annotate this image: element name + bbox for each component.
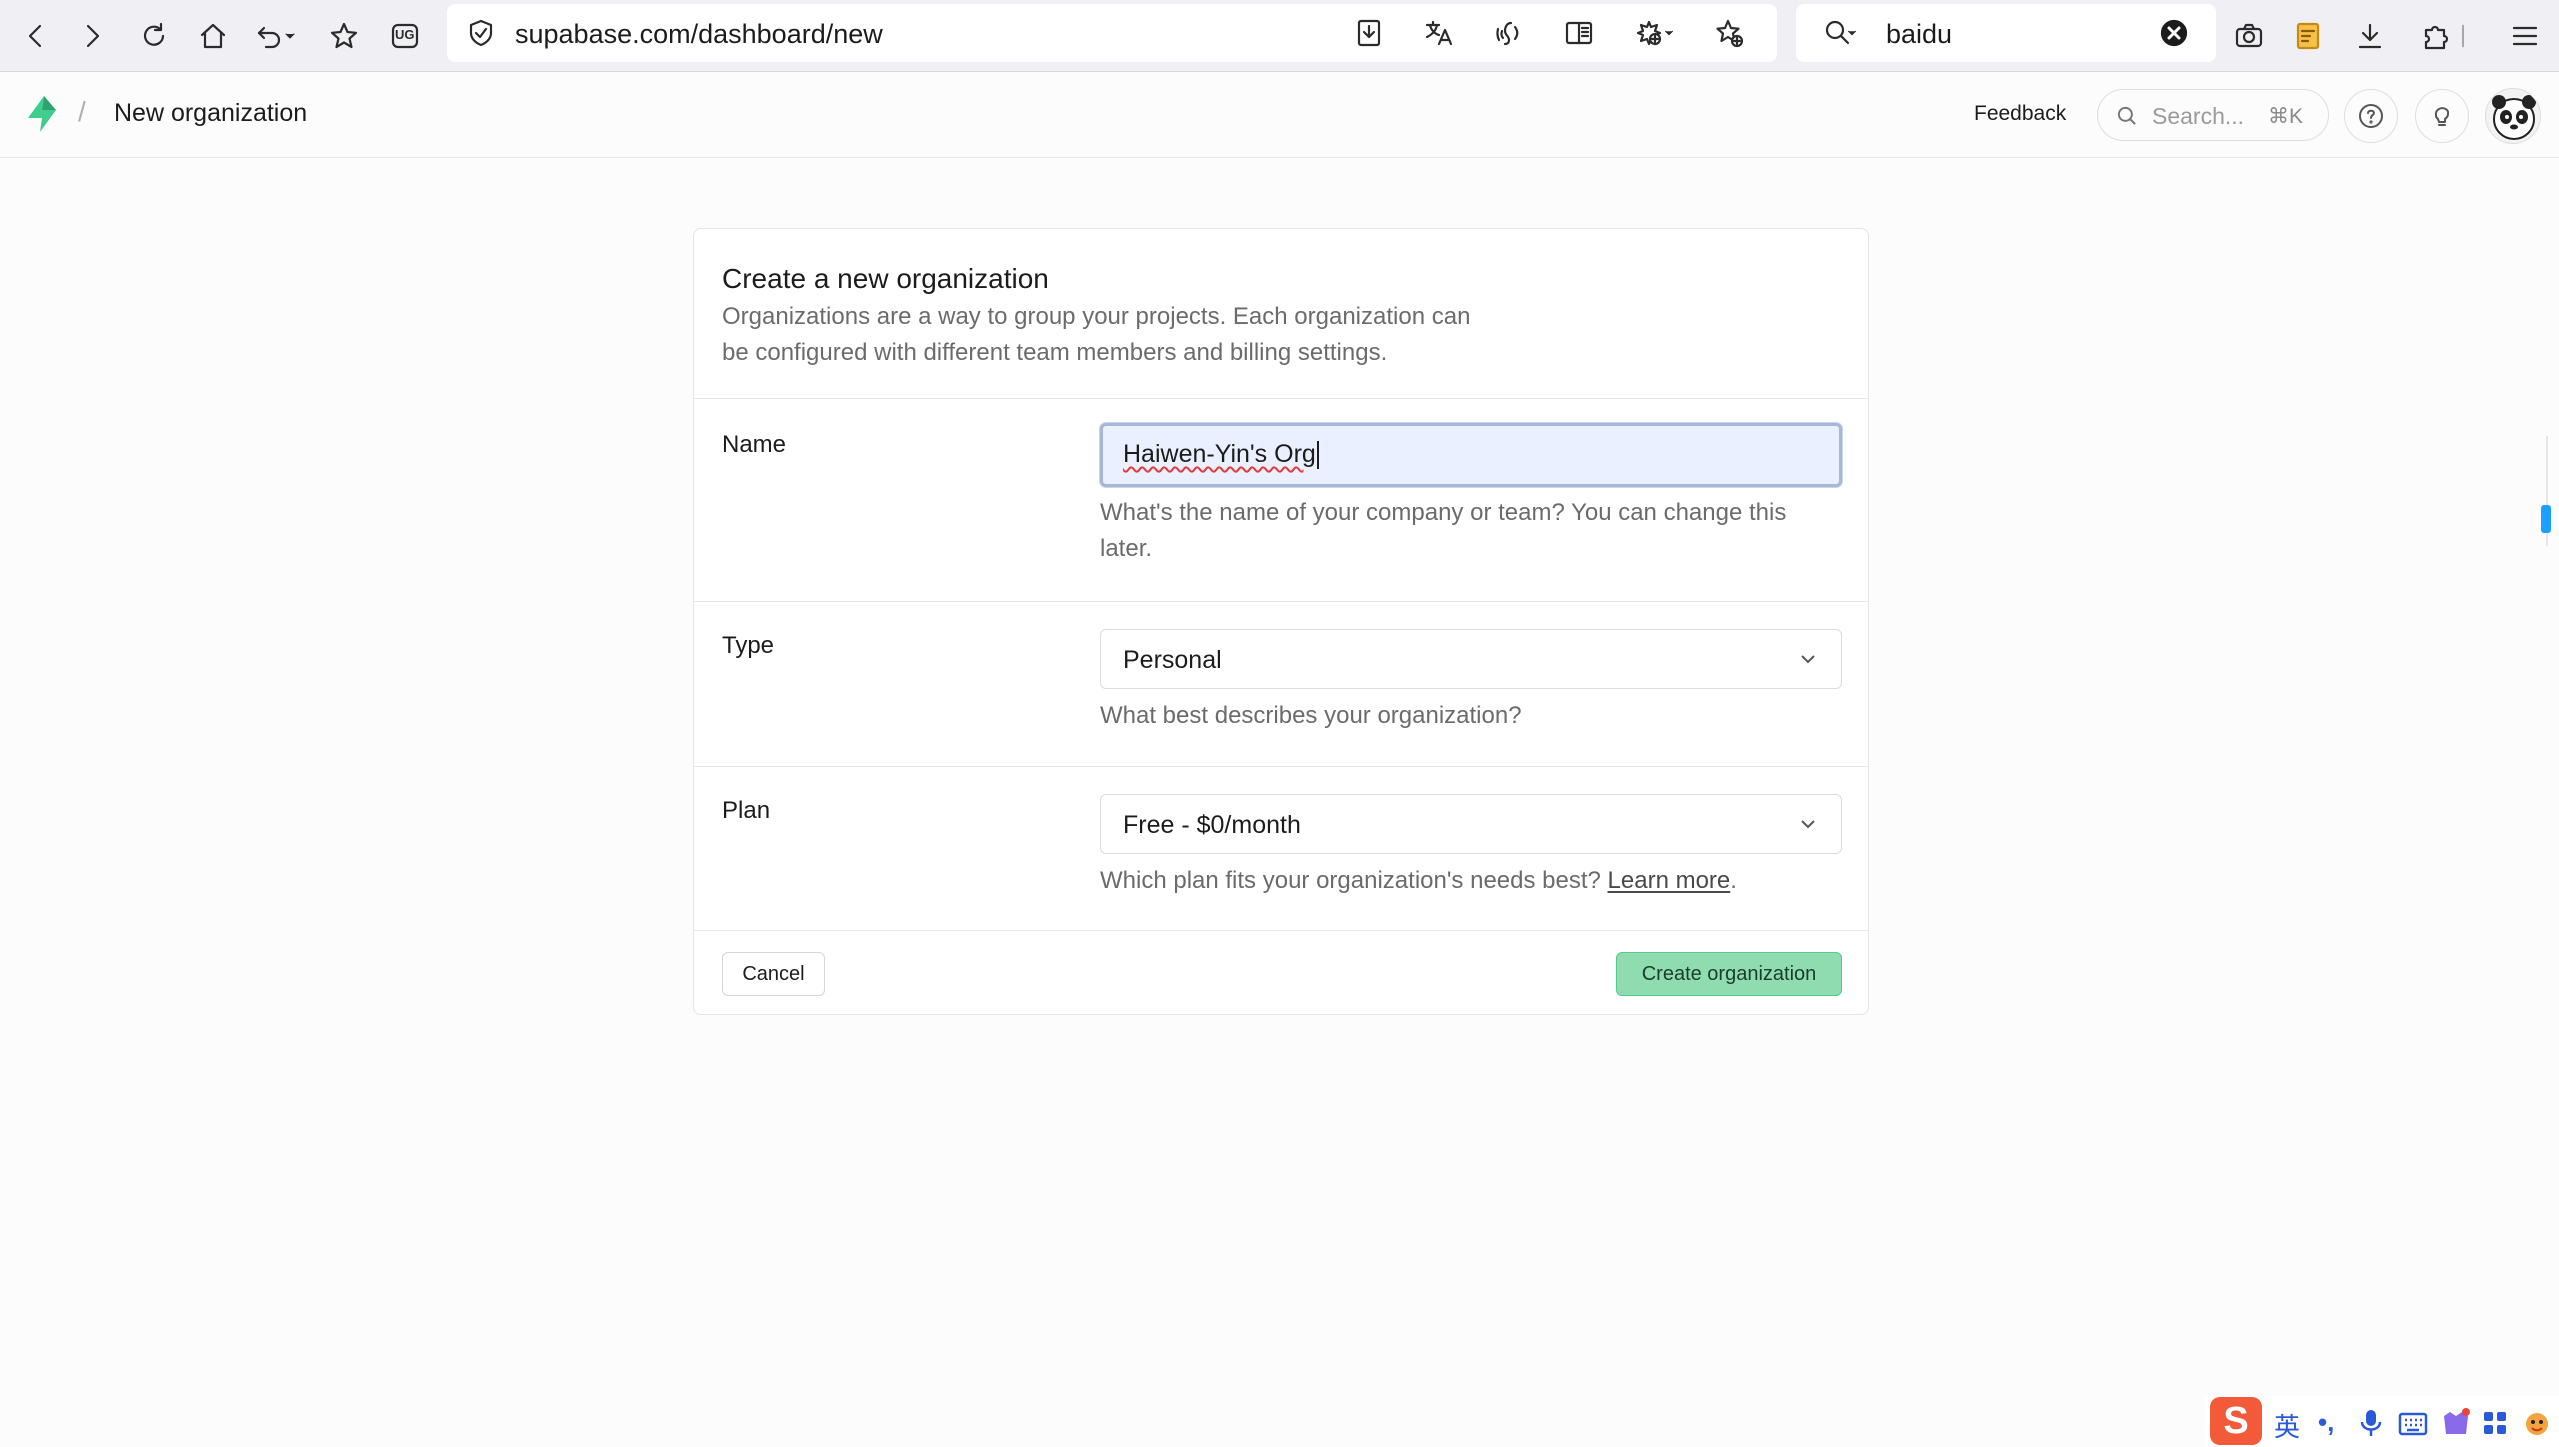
breadcrumb-current-page: New organization	[114, 99, 308, 127]
page-title: Create a new organization	[722, 263, 1049, 294]
type-selected-value: Personal	[1123, 646, 1222, 674]
ug-extension-icon[interactable]: UG	[383, 14, 427, 58]
reload-icon[interactable]	[132, 14, 176, 58]
help-button[interactable]	[2344, 89, 2398, 143]
plan-select[interactable]: Free - $0/month	[1100, 794, 1842, 854]
ime-keyboard-icon[interactable]	[2398, 1412, 2428, 1436]
search-shortcut: ⌘K	[2268, 105, 2304, 128]
plan-help-text: Which plan fits your organization's need…	[1100, 863, 1820, 899]
organization-name-value: Haiwen-Yin's Org	[1123, 440, 1319, 470]
name-label: Name	[722, 431, 787, 458]
ime-skin-icon[interactable]	[2440, 1406, 2472, 1438]
text-caret	[1316, 441, 1319, 470]
home-icon[interactable]	[191, 14, 235, 58]
ime-apps-grid-icon[interactable]	[2482, 1410, 2508, 1436]
ad-block-dropdown-icon[interactable]	[1661, 11, 1677, 55]
plan-row: Plan Free - $0/month Which plan fits you…	[694, 767, 1868, 931]
type-label: Type	[722, 632, 775, 659]
ime-microphone-icon[interactable]	[2358, 1408, 2384, 1438]
ug-label: UG	[395, 27, 415, 42]
ime-language-toggle[interactable]: 英	[2274, 1407, 2300, 1444]
card-header: Create a new organization Organizations …	[694, 229, 1868, 399]
search-engine-dropdown-icon[interactable]	[1844, 11, 1860, 55]
screenshot-icon[interactable]	[2227, 14, 2271, 58]
plan-selected-value: Free - $0/month	[1123, 811, 1301, 839]
save-page-icon[interactable]	[1347, 11, 1391, 55]
avatar[interactable]	[2485, 88, 2541, 144]
translate-icon[interactable]	[1417, 11, 1461, 55]
ime-punctuation-toggle[interactable]: •,	[2318, 1407, 2334, 1438]
back-icon[interactable]	[14, 14, 58, 58]
chevron-down-icon	[1797, 813, 1819, 835]
scrollbar-thumb[interactable]	[2541, 505, 2551, 533]
forward-icon[interactable]	[70, 14, 114, 58]
bookmark-star-icon[interactable]	[322, 14, 366, 58]
plan-help-suffix: .	[1730, 867, 1737, 894]
cancel-button[interactable]: Cancel	[722, 952, 825, 996]
download-icon[interactable]	[2348, 14, 2392, 58]
chevron-down-icon	[1797, 648, 1819, 670]
notes-extension-icon[interactable]	[2286, 14, 2330, 58]
toolbar-divider	[2458, 14, 2468, 58]
search-icon	[2117, 106, 2136, 125]
browser-search-input[interactable]: baidu	[1886, 19, 1952, 50]
name-help-text: What's the name of your company or team?…	[1100, 499, 1787, 562]
ime-logo-icon[interactable]: S	[2210, 1397, 2262, 1445]
create-organization-button[interactable]: Create organization	[1616, 952, 1842, 996]
plan-label: Plan	[722, 797, 771, 824]
reader-view-icon[interactable]	[1557, 11, 1601, 55]
add-favorite-icon[interactable]	[1707, 11, 1751, 55]
help-icon	[2359, 104, 2383, 128]
supabase-logo-icon[interactable]	[24, 94, 60, 134]
breadcrumb-separator: /	[78, 96, 86, 127]
type-row: Type Personal What best describes your o…	[694, 602, 1868, 767]
type-help-text: What best describes your organization?	[1100, 702, 1522, 729]
read-aloud-icon[interactable]	[1487, 11, 1531, 55]
extensions-puzzle-icon[interactable]	[2414, 14, 2458, 58]
create-organization-card: Create a new organization Organizations …	[693, 228, 1869, 1015]
undo-dropdown-icon[interactable]	[280, 14, 300, 58]
menu-hamburger-icon[interactable]	[2503, 14, 2547, 58]
ime-mascot-icon[interactable]	[2522, 1408, 2552, 1438]
card-footer: Cancel Create organization	[694, 931, 1868, 1015]
url-text: supabase.com/dashboard/new	[515, 19, 883, 49]
name-value-text: Haiwen-Yin's Org	[1123, 440, 1316, 468]
search-placeholder: Search...	[2152, 103, 2245, 129]
lightbulb-icon	[2434, 107, 2450, 126]
organization-type-select[interactable]: Personal	[1100, 629, 1842, 689]
clear-search-icon[interactable]	[2152, 11, 2196, 55]
learn-more-link[interactable]: Learn more	[1608, 867, 1731, 894]
whats-new-button[interactable]	[2415, 89, 2469, 143]
plan-help-prefix: Which plan fits your organization's need…	[1100, 867, 1601, 894]
browser-search-box[interactable]: baidu	[1796, 4, 2216, 62]
site-security-icon[interactable]	[459, 11, 503, 55]
card-description: Organizations are a way to group your pr…	[722, 303, 1471, 366]
feedback-button[interactable]: Feedback	[1974, 102, 2066, 126]
app-header: / New organization Feedback Search... ⌘K	[0, 72, 2559, 158]
name-row: Name Haiwen-Yin's Org What's the name of…	[694, 399, 1868, 602]
browser-toolbar: UG supabase.com/dashboard/new baidu	[0, 0, 2559, 72]
address-bar[interactable]: supabase.com/dashboard/new	[447, 4, 1777, 62]
organization-name-input[interactable]: Haiwen-Yin's Org	[1100, 423, 1842, 487]
command-search-button[interactable]: Search... ⌘K	[2097, 89, 2329, 141]
